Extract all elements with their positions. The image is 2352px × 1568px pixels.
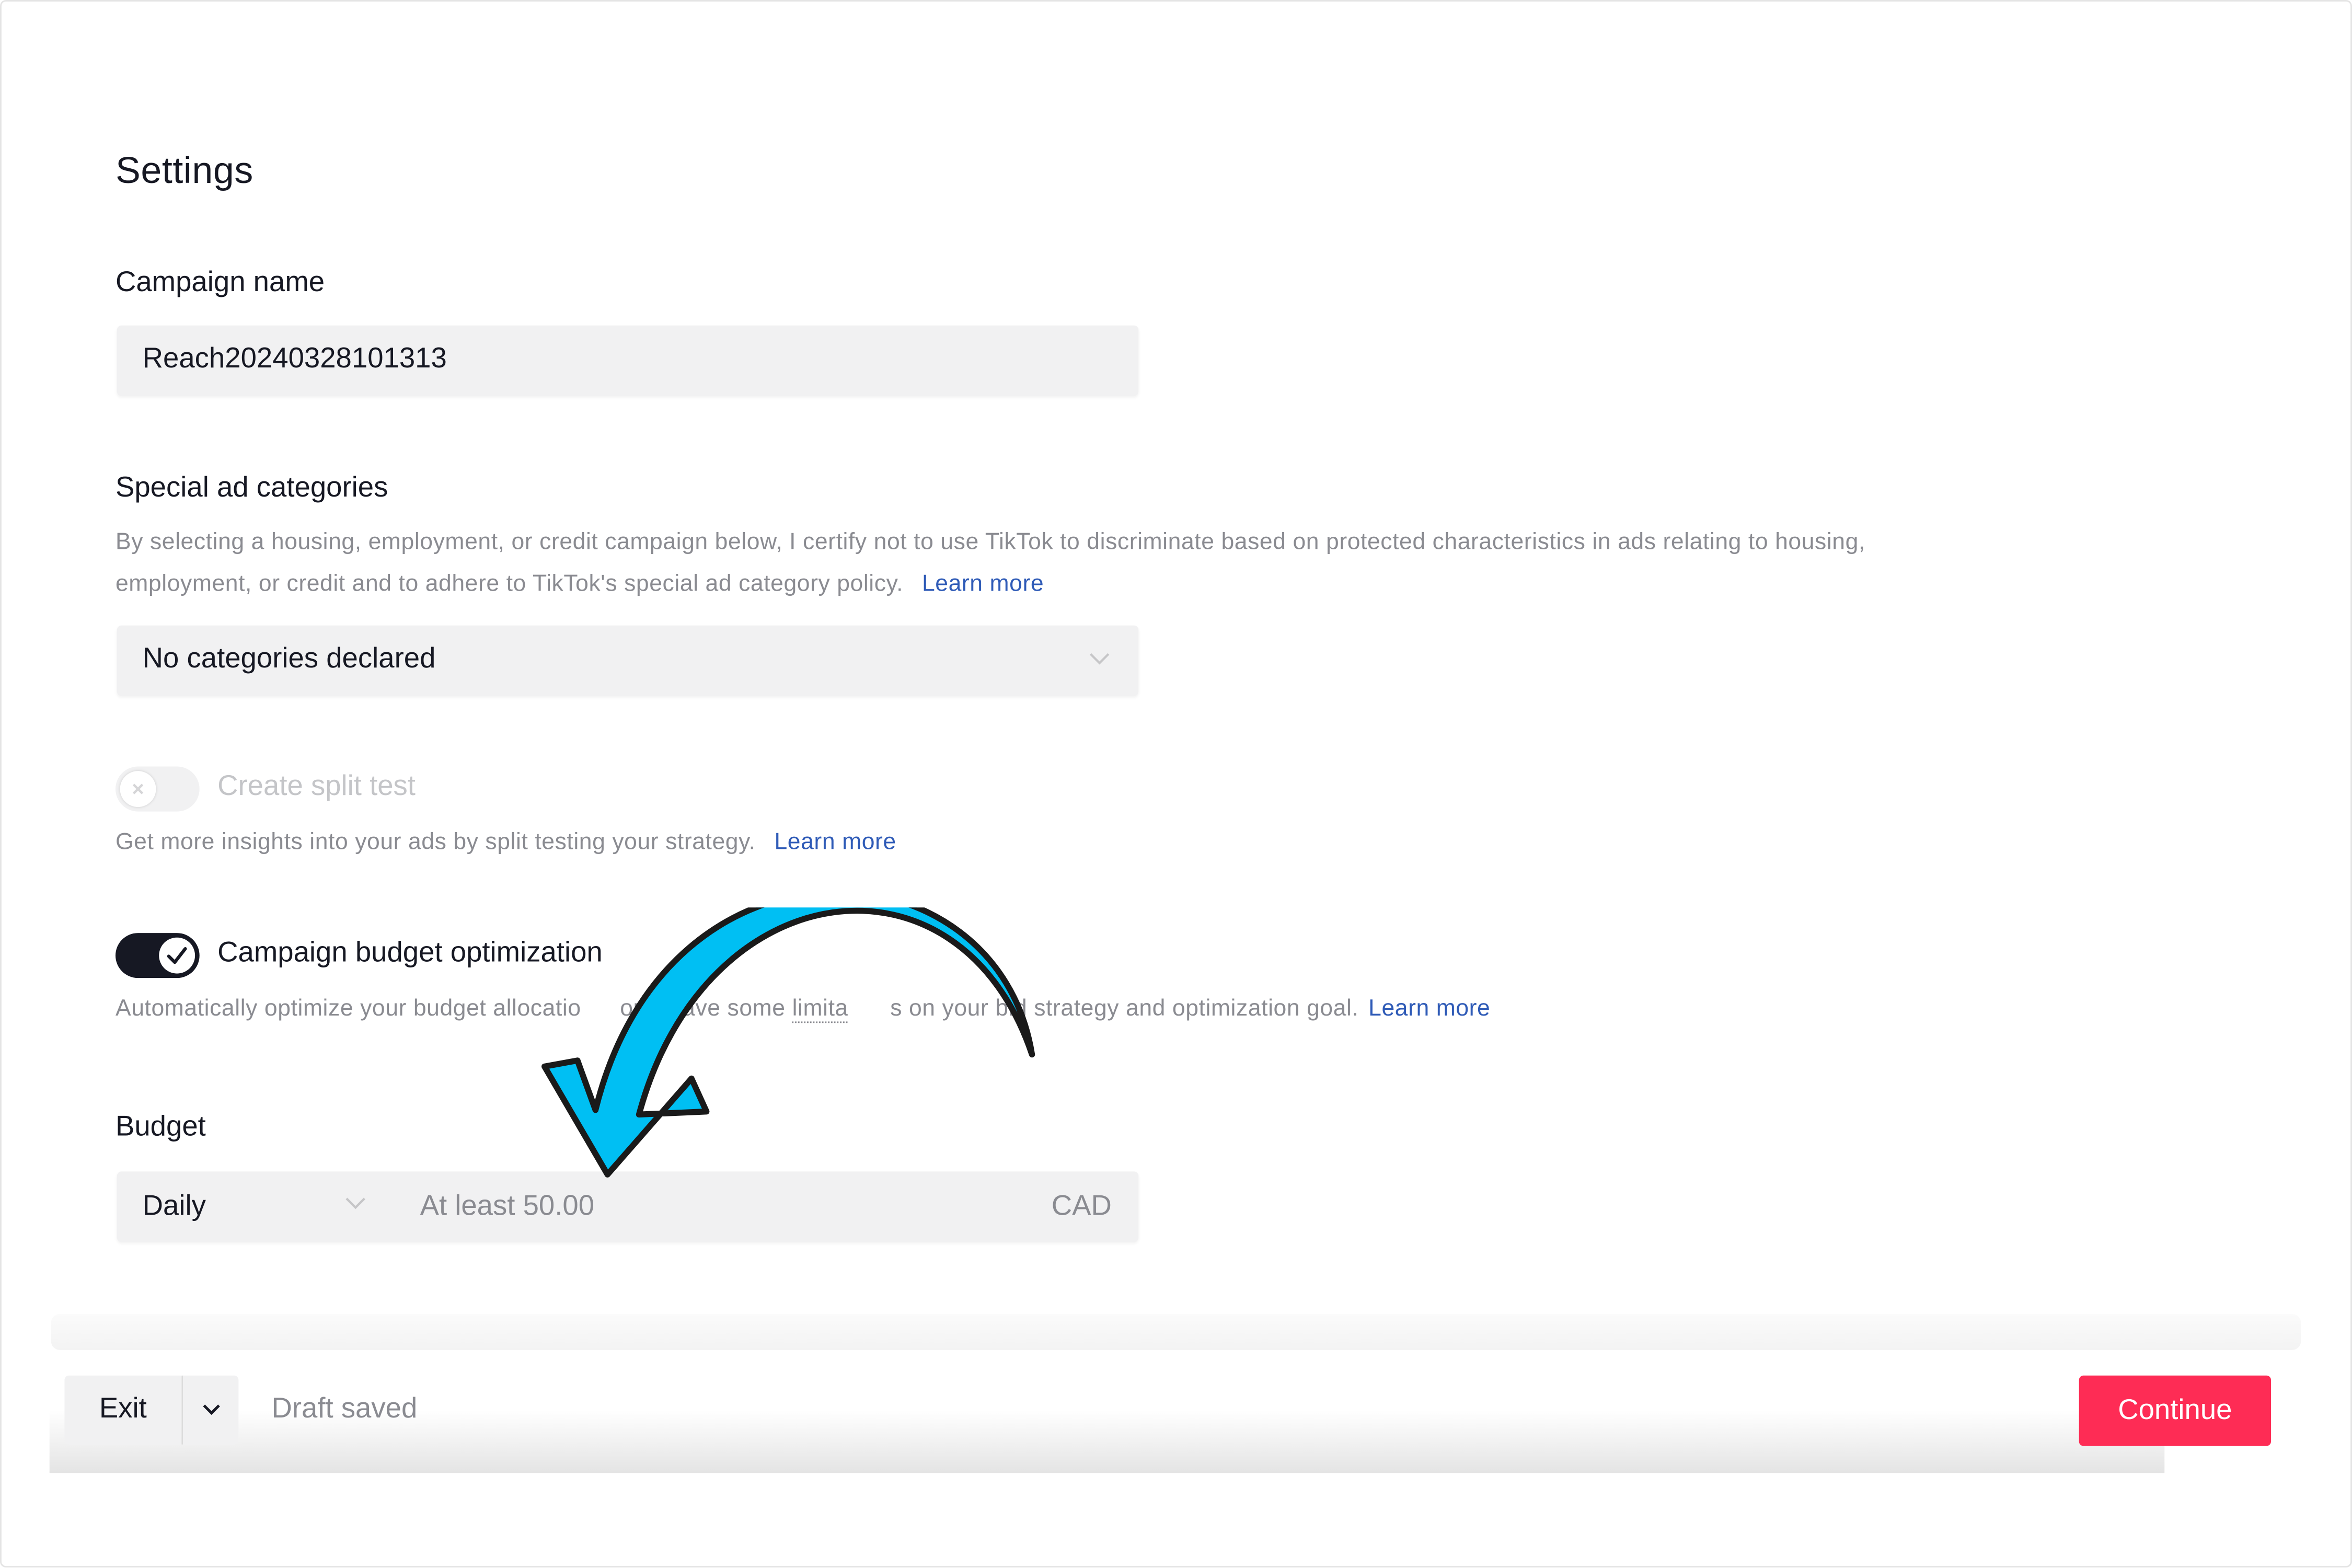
checkmark-icon (167, 947, 187, 964)
draft-status: Draft saved (271, 1393, 418, 1425)
budget-optimization-description-start: Automatically optimize your budget alloc… (115, 996, 581, 1022)
campaign-name-input[interactable]: Reach20240328101313 (117, 325, 1139, 396)
arrow-shape (541, 907, 1035, 1178)
chevron-down-icon (1089, 653, 1110, 665)
split-test-toggle-knob (120, 771, 156, 808)
exit-button[interactable]: Exit (64, 1375, 182, 1445)
continue-button-label: Continue (2118, 1394, 2232, 1426)
budget-optimization-toggle-knob (159, 937, 195, 974)
special-ad-categories-description-line2-wrap: employment, or credit and to adhere to T… (116, 564, 2245, 606)
curved-arrow-icon (541, 907, 1035, 1178)
split-test-learn-more-link[interactable]: Learn more (774, 829, 896, 855)
settings-page: Settings Campaign name Reach202403281013… (0, 0, 2352, 1568)
footer-divider (51, 1314, 2301, 1350)
campaign-name-label: Campaign name (115, 267, 325, 299)
special-ad-categories-label: Special ad categories (115, 472, 388, 504)
page-title: Settings (115, 149, 253, 192)
chevron-down-icon (345, 1197, 365, 1209)
close-icon (132, 783, 144, 794)
budget-mode-value: Daily (142, 1191, 206, 1223)
special-ad-categories-learn-more-link[interactable]: Learn more (922, 571, 1044, 597)
special-ad-categories-description: By selecting a housing, employment, or c… (116, 522, 2245, 606)
budget-optimization-toggle[interactable] (115, 933, 200, 978)
split-test-label: Create split test (217, 771, 416, 803)
continue-button[interactable]: Continue (2079, 1375, 2272, 1446)
campaign-name-value: Reach20240328101313 (142, 343, 447, 375)
special-ad-categories-select[interactable]: No categories declared (117, 625, 1139, 696)
chevron-down-icon (202, 1404, 220, 1415)
exit-menu-button[interactable] (181, 1375, 239, 1445)
special-ad-categories-selected: No categories declared (142, 643, 436, 675)
special-ad-categories-description-line2: employment, or credit and to adhere to T… (115, 571, 904, 597)
budget-currency: CAD (1051, 1191, 1112, 1223)
special-ad-categories-description-line1: By selecting a housing, employment, or c… (115, 529, 1865, 555)
exit-button-label: Exit (99, 1393, 147, 1425)
budget-mode-select[interactable]: Daily (117, 1171, 387, 1242)
budget-label: Budget (115, 1111, 206, 1143)
split-test-description: Get more insights into your ads by split… (115, 829, 756, 855)
budget-optimization-learn-more-link[interactable]: Learn more (1368, 996, 1490, 1022)
split-test-toggle[interactable] (115, 766, 200, 812)
budget-amount-placeholder: At least 50.00 (420, 1191, 595, 1223)
split-test-description-wrap: Get more insights into your ads by split… (116, 822, 896, 864)
